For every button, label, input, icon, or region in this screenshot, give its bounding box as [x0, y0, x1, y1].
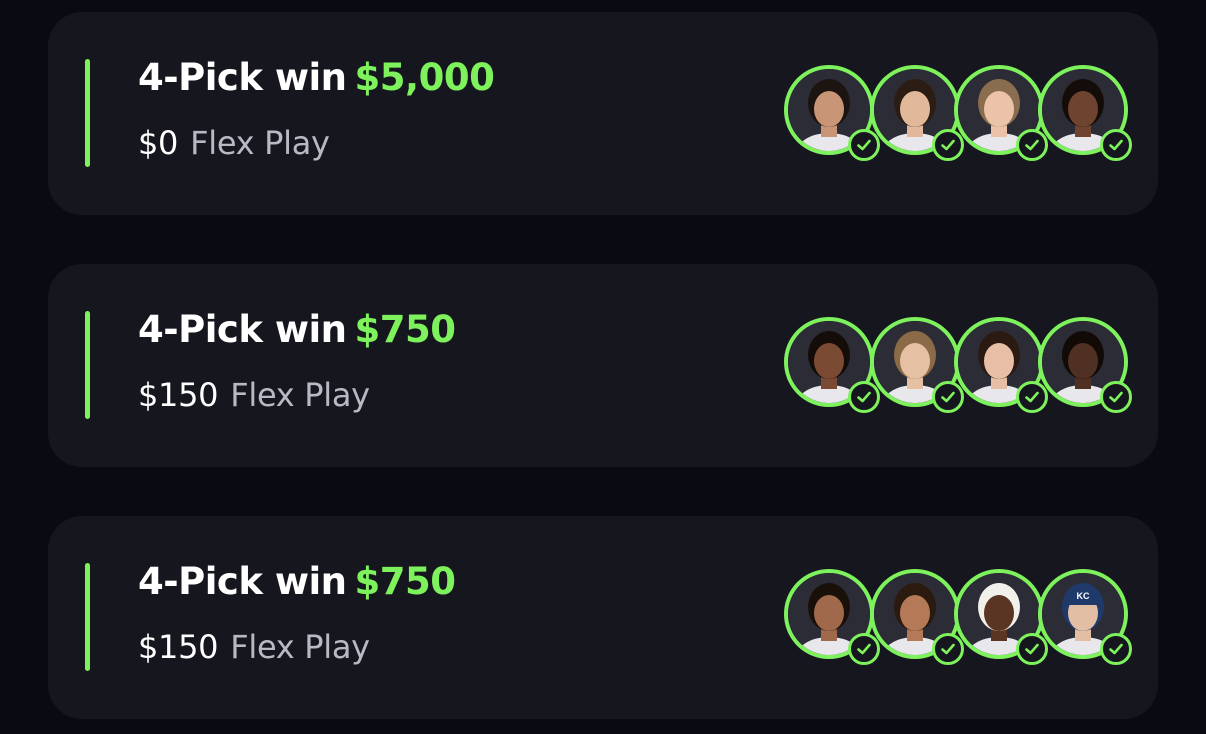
entry-card[interactable]: 4-Pick win $5,000 $0 Flex Play	[48, 12, 1158, 215]
check-icon	[1100, 129, 1132, 161]
win-amount: $750	[354, 560, 456, 603]
status-accent-bar	[85, 59, 90, 167]
player-avatars	[784, 65, 1134, 165]
entry-title: 4-Pick win $750	[138, 308, 456, 351]
check-icon	[1016, 129, 1048, 161]
win-amount: $750	[354, 308, 456, 351]
stake-amount: $0	[138, 124, 179, 162]
check-icon	[1100, 381, 1132, 413]
player-avatars: KC	[784, 569, 1134, 669]
play-type: Flex Play	[230, 376, 370, 414]
entry-subtitle: $150 Flex Play	[138, 628, 370, 666]
svg-text:KC: KC	[1077, 591, 1090, 601]
check-icon	[848, 129, 880, 161]
entry-title: 4-Pick win $5,000	[138, 56, 495, 99]
check-icon	[848, 633, 880, 665]
status-accent-bar	[85, 311, 90, 419]
pick-label: 4-Pick win	[138, 56, 347, 99]
pick-label: 4-Pick win	[138, 560, 347, 603]
check-icon	[1100, 633, 1132, 665]
check-icon	[932, 633, 964, 665]
entries-list: 4-Pick win $5,000 $0 Flex Play 4-Pick win $…	[0, 0, 1206, 734]
status-accent-bar	[85, 563, 90, 671]
pick-label: 4-Pick win	[138, 308, 347, 351]
check-icon	[1016, 381, 1048, 413]
check-icon	[1016, 633, 1048, 665]
stake-amount: $150	[138, 376, 219, 414]
win-amount: $5,000	[354, 56, 495, 99]
stake-amount: $150	[138, 628, 219, 666]
player-avatars	[784, 317, 1134, 417]
entry-title: 4-Pick win $750	[138, 560, 456, 603]
check-icon	[848, 381, 880, 413]
entry-subtitle: $0 Flex Play	[138, 124, 330, 162]
play-type: Flex Play	[230, 628, 370, 666]
entry-card[interactable]: 4-Pick win $750 $150 Flex Play	[48, 264, 1158, 467]
entry-card[interactable]: 4-Pick win $750 $150 Flex Play KC	[48, 516, 1158, 719]
check-icon	[932, 381, 964, 413]
play-type: Flex Play	[190, 124, 330, 162]
entry-subtitle: $150 Flex Play	[138, 376, 370, 414]
check-icon	[932, 129, 964, 161]
